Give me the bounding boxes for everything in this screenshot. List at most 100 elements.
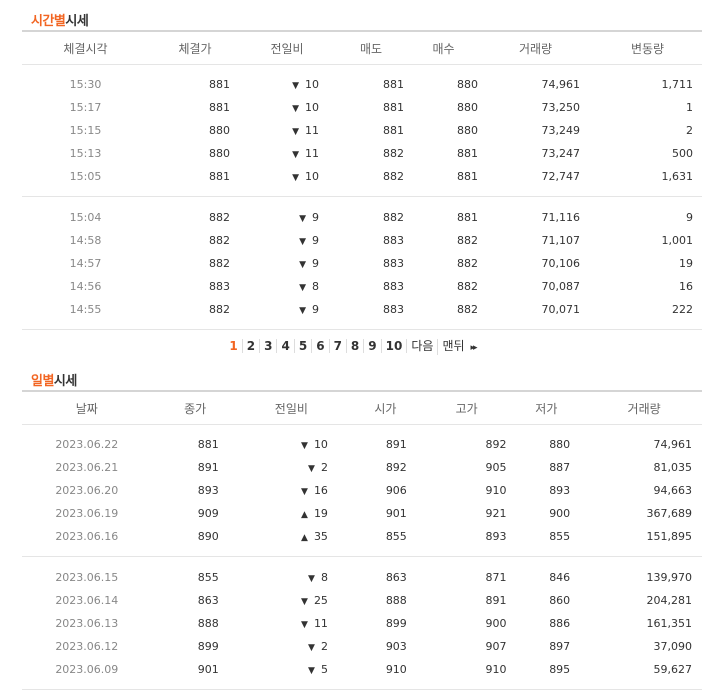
change-value: 2 [320,640,328,653]
close-cell: 855 [197,571,219,584]
page-link-2[interactable]: 2 [241,339,259,353]
page-link-10[interactable]: 10 [380,339,407,353]
down-arrow-icon: ▼ [301,620,308,630]
bid-cell: 882 [457,303,478,316]
page-link-9[interactable]: 9 [363,339,380,353]
time-cell: 14:55 [69,303,102,316]
low-cell: 897 [549,640,571,653]
table-row: 2023.06.22 881 ▼ 10 891 892 880 74,961 [22,433,702,456]
open-cell: 901 [385,507,407,520]
table-row: 2023.06.13 888 ▼ 11 899 900 886 161,351 [22,612,702,635]
table-row: 2023.06.09 901 ▼ 5 910 910 895 59,627 [22,658,702,681]
volume-cell: 59,627 [653,663,693,676]
time-cell: 14:58 [69,234,102,247]
page-link-8[interactable]: 8 [345,339,363,353]
col-header: 시가 [343,391,427,425]
change-cell: 500 [672,147,693,160]
ask-cell: 881 [383,78,404,91]
col-header: 전일비 [241,31,333,65]
price-cell: 883 [209,280,230,293]
low-cell: 887 [549,461,571,474]
price-cell: 882 [209,234,230,247]
page-link-3[interactable]: 3 [259,339,276,353]
bid-cell: 881 [457,170,478,183]
page-link-7[interactable]: 7 [328,339,346,353]
ask-cell: 881 [383,101,404,114]
next-page-link[interactable]: 다음 [406,339,437,353]
row-separator [22,321,702,330]
table-row: 14:56 883 ▼ 8 883 882 70,087 16 [22,275,702,298]
last-page-link[interactable]: 맨뒤 ▸▸ [437,339,479,355]
close-cell: 890 [197,530,219,543]
volume-cell: 71,107 [541,234,581,247]
time-cell: 15:13 [69,147,102,160]
close-cell: 888 [197,617,219,630]
volume-cell: 74,961 [541,78,581,91]
change-cell: ▼ 10 [239,433,344,456]
change-value: 9 [312,303,319,316]
page-link-4[interactable]: 4 [276,339,293,353]
table-row: 15:30 881 ▼ 10 881 880 74,961 1,711 [22,73,702,96]
change-value: 5 [320,663,328,676]
col-header: 저가 [506,391,587,425]
open-cell: 888 [385,594,407,607]
open-cell: 863 [385,571,407,584]
down-arrow-icon: ▼ [308,574,315,584]
table-row: 2023.06.12 899 ▼ 2 903 907 897 37,090 [22,635,702,658]
price-cell: 880 [209,147,230,160]
high-cell: 907 [485,640,507,653]
down-arrow-icon: ▼ [301,487,308,497]
volume-cell: 161,351 [646,617,693,630]
low-cell: 895 [549,663,571,676]
page-link-5[interactable]: 5 [293,339,311,353]
change-value: 11 [305,147,319,160]
row-separator [22,681,702,690]
change-value: 8 [312,280,319,293]
date-cell: 2023.06.13 [55,617,119,630]
high-cell: 910 [485,484,507,497]
open-cell: 899 [385,617,407,630]
col-header: 체결시각 [22,31,149,65]
change-cell: ▼ 2 [239,456,344,479]
change-value: 2 [320,461,328,474]
change-cell: ▼ 16 [239,479,344,502]
date-cell: 2023.06.14 [55,594,119,607]
change-value: 9 [312,257,319,270]
col-header: 매수 [409,31,478,65]
open-cell: 903 [385,640,407,653]
page-link-1[interactable]: 1 [225,339,241,353]
date-cell: 2023.06.21 [55,461,119,474]
change-cell: 1,001 [661,234,694,247]
change-cell: ▼ 5 [239,658,344,681]
volume-cell: 70,106 [541,257,581,270]
open-cell: 855 [385,530,407,543]
price-cell: 882 [209,211,230,224]
page-link-6[interactable]: 6 [311,339,328,353]
ask-cell: 883 [383,234,404,247]
row-spacer [22,425,702,434]
table-row: 15:15 880 ▼ 11 881 880 73,249 2 [22,119,702,142]
change-cell: ▼ 8 [241,275,333,298]
high-cell: 900 [485,617,507,630]
price-cell: 881 [209,101,230,114]
down-arrow-icon: ▼ [292,150,299,160]
row-separator [22,188,702,197]
time-cell: 15:30 [69,78,102,91]
table-row: 2023.06.15 855 ▼ 8 863 871 846 139,970 [22,566,702,589]
time-cell: 15:17 [69,101,102,114]
down-arrow-icon: ▼ [292,104,299,114]
time-price-table: 체결시각 체결가 전일비 매도 매수 거래량 변동량 15:30 881 ▼ 10 88… [22,30,702,330]
high-cell: 891 [485,594,507,607]
up-arrow-icon: ▲ [301,533,308,543]
double-chevron-right-icon: ▸▸ [470,343,478,353]
down-arrow-icon: ▼ [301,597,308,607]
volume-cell: 204,281 [646,594,693,607]
table-row: 15:04 882 ▼ 9 882 881 71,116 9 [22,206,702,229]
high-cell: 893 [485,530,507,543]
down-arrow-icon: ▼ [292,127,299,137]
change-cell: 1,711 [661,78,694,91]
date-cell: 2023.06.22 [55,438,119,451]
change-value: 16 [313,484,328,497]
change-cell: 2 [686,124,693,137]
change-cell: 9 [686,211,693,224]
